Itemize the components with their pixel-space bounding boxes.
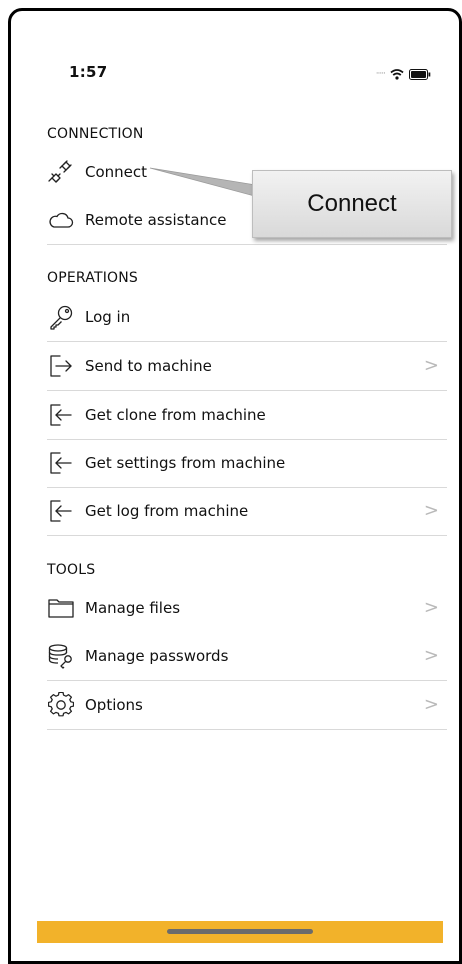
menu-item-manage-files[interactable]: Manage files >	[47, 584, 447, 632]
folder-icon	[47, 594, 75, 622]
gear-icon	[47, 691, 75, 719]
menu-item-label: Connect	[85, 163, 148, 181]
plug-icon	[47, 158, 75, 186]
battery-icon	[409, 65, 431, 84]
section-header-connection: CONNECTION	[47, 126, 144, 142]
menu-item-label: Remote assistance	[85, 211, 227, 229]
wifi-icon	[390, 65, 404, 84]
receive-icon	[47, 449, 75, 477]
menu-item-get-log[interactable]: Get log from machine >	[47, 487, 447, 536]
menu-item-label: Get clone from machine	[85, 406, 266, 424]
menu-item-options[interactable]: Options >	[47, 681, 447, 730]
chevron-right-icon: >	[423, 645, 439, 666]
menu-item-label: Manage passwords	[85, 647, 229, 665]
key-icon	[47, 303, 75, 331]
chevron-right-icon: >	[423, 355, 439, 376]
menu-item-label: Options	[85, 696, 143, 714]
home-indicator-band	[37, 921, 443, 943]
menu-item-label: Get log from machine	[85, 502, 249, 520]
menu-item-label: Get settings from machine	[85, 454, 286, 472]
status-time: 1:57	[69, 63, 108, 81]
chevron-right-icon: >	[423, 597, 439, 618]
status-bar: 1:57 ·····	[11, 63, 459, 83]
menu-item-get-clone[interactable]: Get clone from machine	[47, 391, 447, 440]
chevron-right-icon: >	[423, 500, 439, 521]
menu-item-label: Send to machine	[85, 357, 212, 375]
cloud-icon	[47, 206, 75, 234]
phone-frame: 1:57 ····· CONNECTION Connect Remote ass…	[8, 8, 462, 964]
menu-item-send-to-machine[interactable]: Send to machine >	[47, 342, 447, 391]
section-header-tools: TOOLS	[47, 562, 96, 578]
menu-item-manage-passwords[interactable]: Manage passwords >	[47, 632, 447, 681]
menu-item-get-settings[interactable]: Get settings from machine	[47, 439, 447, 488]
menu-item-label: Log in	[85, 308, 131, 326]
signal-dots-icon: ·····	[375, 69, 386, 79]
menu-item-label: Manage files	[85, 599, 181, 617]
home-indicator[interactable]	[167, 929, 313, 934]
receive-icon	[47, 401, 75, 429]
menu-item-log-in[interactable]: Log in	[47, 293, 447, 342]
receive-icon	[47, 497, 75, 525]
status-icons: ·····	[376, 65, 431, 84]
chevron-right-icon: >	[423, 694, 439, 715]
send-icon	[47, 352, 75, 380]
database-key-icon	[47, 642, 75, 670]
connect-tooltip: Connect	[252, 170, 452, 238]
section-header-operations: OPERATIONS	[47, 270, 139, 286]
